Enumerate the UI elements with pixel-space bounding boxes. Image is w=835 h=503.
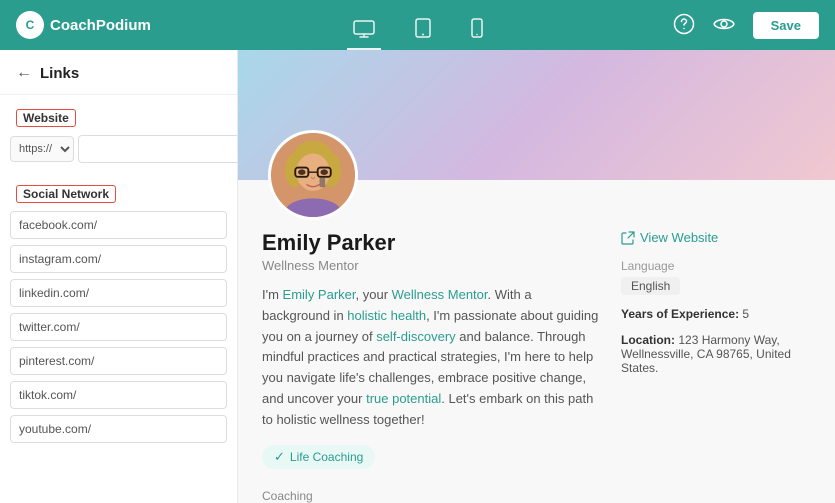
- bio-discovery-highlight: self-discovery: [376, 329, 455, 344]
- pinterest-input[interactable]: [10, 347, 227, 375]
- facebook-input[interactable]: [10, 211, 227, 239]
- help-icon[interactable]: [673, 13, 695, 38]
- tablet-view-button[interactable]: [409, 8, 437, 50]
- preview-pane: Emily Parker Wellness Mentor I'm Emily P…: [238, 50, 835, 503]
- social-section-label: Social Network: [16, 185, 116, 203]
- social-tiktok-row: [10, 381, 227, 409]
- location-label: Location:: [621, 333, 675, 347]
- website-url-input[interactable]: [78, 135, 238, 163]
- tiktok-input[interactable]: [10, 381, 227, 409]
- social-linkedin-row: [10, 279, 227, 307]
- avatar: [268, 130, 358, 220]
- sidebar-title: Links: [40, 65, 79, 82]
- website-input-group: https:// http://: [10, 135, 227, 163]
- youtube-input[interactable]: [10, 415, 227, 443]
- desktop-view-button[interactable]: [347, 10, 381, 50]
- tag-check-icon: ✓: [274, 449, 285, 465]
- life-coaching-tag: ✓ Life Coaching: [262, 445, 375, 469]
- save-button[interactable]: Save: [753, 12, 819, 39]
- twitter-input[interactable]: [10, 313, 227, 341]
- social-facebook-row: [10, 211, 227, 239]
- location-row: Location: 123 Harmony Way, Wellnessville…: [621, 333, 811, 375]
- social-instagram-row: [10, 245, 227, 273]
- logo: C CoachPodium: [16, 11, 151, 39]
- experience-value: 5: [742, 307, 749, 321]
- linkedin-input[interactable]: [10, 279, 227, 307]
- social-twitter-row: [10, 313, 227, 341]
- social-youtube-row: [10, 415, 227, 443]
- profile-info-sidebar: View Website Language English Years of E…: [621, 230, 811, 503]
- profile-bio: I'm Emily Parker, your Wellness Mentor. …: [262, 285, 601, 431]
- main-layout: ← Links Website https:// http:// Social …: [0, 50, 835, 503]
- instagram-input[interactable]: [10, 245, 227, 273]
- logo-icon: C: [16, 11, 44, 39]
- view-website-link[interactable]: View Website: [621, 230, 811, 245]
- avatar-wrapper: [268, 130, 358, 220]
- bio-health-highlight: holistic health: [347, 308, 426, 323]
- logo-text: CoachPodium: [50, 17, 151, 34]
- back-button[interactable]: ←: [16, 64, 32, 82]
- website-section-label: Website: [16, 109, 76, 127]
- coaching-label: Coaching: [262, 489, 601, 503]
- language-value: English: [621, 277, 680, 295]
- profile-main: Emily Parker Wellness Mentor I'm Emily P…: [262, 230, 601, 503]
- bio-name-highlight: Emily Parker: [283, 287, 356, 302]
- mobile-view-button[interactable]: [465, 8, 489, 50]
- profile-job-title: Wellness Mentor: [262, 258, 601, 273]
- bio-role-highlight: Wellness Mentor: [392, 287, 488, 302]
- experience-label: Years of Experience:: [621, 307, 739, 321]
- header: C CoachPodium: [0, 0, 835, 50]
- profile-name: Emily Parker: [262, 230, 601, 256]
- header-nav: [347, 8, 489, 50]
- social-pinterest-row: [10, 347, 227, 375]
- bio-potential-highlight: true potential: [366, 391, 441, 406]
- sidebar: ← Links Website https:// http:// Social …: [0, 50, 238, 503]
- experience-row: Years of Experience: 5: [621, 307, 811, 321]
- profile-content: Emily Parker Wellness Mentor I'm Emily P…: [238, 180, 835, 503]
- view-website-text: View Website: [640, 230, 718, 245]
- website-protocol-select[interactable]: https:// http://: [10, 136, 74, 162]
- header-actions: Save: [673, 12, 819, 39]
- profile-banner: [238, 50, 835, 180]
- sidebar-header: ← Links: [0, 50, 237, 95]
- eye-icon[interactable]: [713, 16, 735, 35]
- tag-label: Life Coaching: [290, 450, 363, 464]
- language-label: Language: [621, 259, 811, 273]
